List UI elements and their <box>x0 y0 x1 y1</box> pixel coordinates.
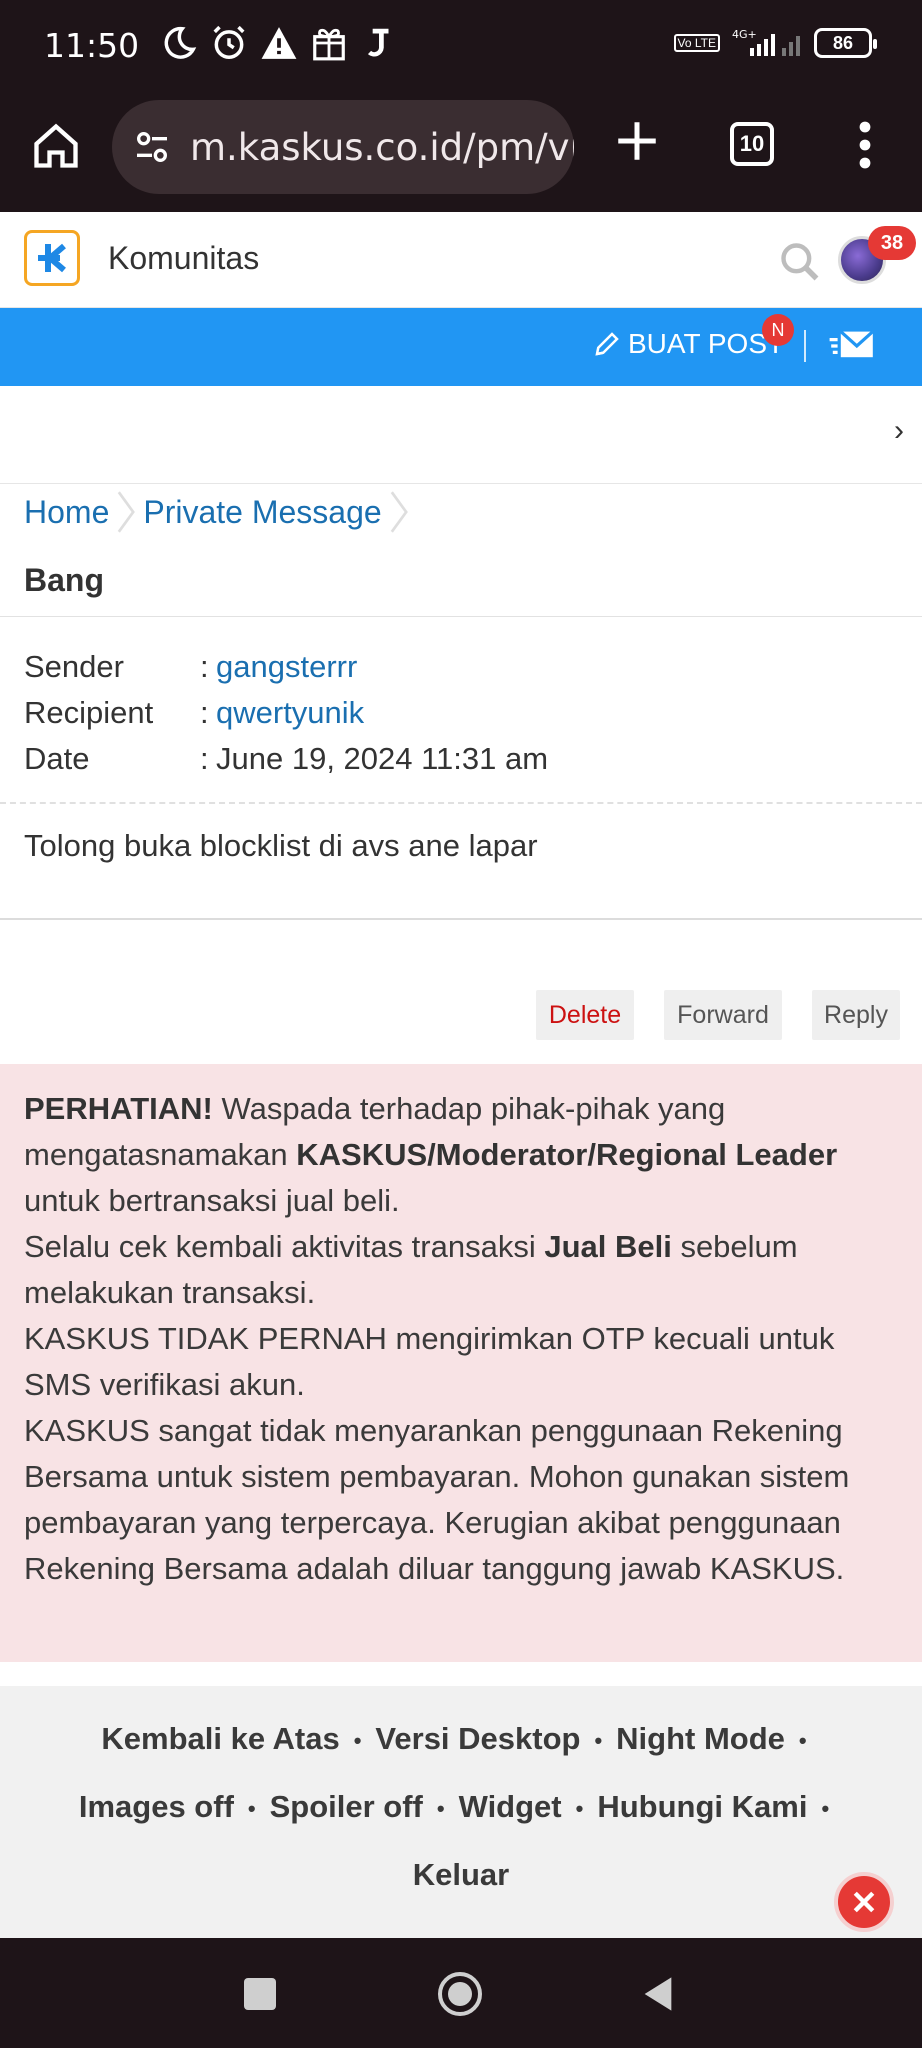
divider <box>0 918 922 920</box>
url-text[interactable]: m.kaskus.co.id/pm/vi <box>190 126 574 169</box>
footer-link-night-mode[interactable]: Night Mode <box>616 1721 785 1756</box>
gift-icon <box>313 28 345 61</box>
search-icon[interactable] <box>778 240 822 284</box>
close-icon <box>853 1891 875 1913</box>
recipient-row: Recipient : qwertyunik <box>24 690 548 736</box>
moon-icon <box>164 26 197 59</box>
reply-button[interactable]: Reply <box>812 990 900 1040</box>
home-circle-icon[interactable] <box>436 1970 484 2018</box>
chevron-right-icon[interactable]: › <box>894 414 904 448</box>
new-badge: N <box>762 314 794 346</box>
footer-separator: • <box>821 1795 830 1821</box>
message-meta: Sender : gangsterrr Recipient : qwertyun… <box>24 644 548 782</box>
footer-separator: • <box>436 1795 445 1821</box>
footer-link-logout[interactable]: Keluar <box>413 1857 509 1892</box>
breadcrumb-separator-icon <box>390 491 408 533</box>
footer-link-spoiler-off[interactable]: Spoiler off <box>270 1789 423 1824</box>
svg-text:4G+: 4G+ <box>732 28 757 41</box>
system-nav-bar <box>0 1938 922 2048</box>
warning-notice: PERHATIAN! Waspada terhadap pihak-pihak … <box>0 1064 922 1662</box>
status-bar: 11:50 Vo LTE 4G+ 86 <box>0 0 922 94</box>
notification-badge[interactable]: 38 <box>868 226 916 260</box>
signal-icon: 4G+ <box>732 28 800 56</box>
footer-separator: • <box>247 1795 256 1821</box>
sender-row: Sender : gangsterrr <box>24 644 548 690</box>
colon: : <box>200 741 209 776</box>
footer-separator: • <box>594 1727 603 1753</box>
warning-paragraph-3: KASKUS TIDAK PERNAH mengirimkan OTP kecu… <box>24 1321 835 1402</box>
site-settings-icon[interactable] <box>132 127 172 167</box>
create-post-button[interactable]: BUAT POST <box>592 328 784 360</box>
bar-divider <box>804 330 806 362</box>
sender-label: Sender <box>24 649 124 684</box>
footer-link-desktop-version[interactable]: Versi Desktop <box>375 1721 580 1756</box>
dashed-divider <box>0 802 922 804</box>
kaskus-logo[interactable] <box>24 230 80 286</box>
volte-indicator: Vo LTE <box>673 34 720 52</box>
new-tab-icon[interactable] <box>612 116 662 166</box>
app-j-icon <box>367 28 389 57</box>
colon: : <box>200 695 209 730</box>
tab-switcher-button[interactable]: 10 <box>730 122 774 166</box>
alarm-icon <box>213 25 245 59</box>
breadcrumb-home[interactable]: Home <box>24 494 109 531</box>
pencil-icon <box>595 332 619 356</box>
warning-icon <box>261 27 297 59</box>
warning-paragraph-1: PERHATIAN! Waspada terhadap pihak-pihak … <box>24 1091 838 1218</box>
footer-separator: • <box>353 1727 362 1753</box>
overflow-menu-icon[interactable] <box>850 118 880 172</box>
close-button[interactable] <box>834 1872 894 1932</box>
forward-button[interactable]: Forward <box>664 990 782 1040</box>
footer: Kembali ke Atas • Versi Desktop • Night Mode… <box>0 1686 922 1938</box>
status-time: 11:50 <box>44 26 140 65</box>
private-message-icon[interactable] <box>828 326 876 366</box>
message-subject: Bang <box>24 562 104 598</box>
recents-icon[interactable] <box>244 1978 276 2010</box>
sub-navigation: › <box>0 386 922 484</box>
site-header: Komunitas 38 <box>0 212 922 308</box>
brand-title[interactable]: Komunitas <box>108 240 259 277</box>
message-date: June 19, 2024 11:31 am <box>216 741 549 776</box>
breadcrumb: Home Private Message <box>24 490 416 534</box>
warning-paragraph-2: Selalu cek kembali aktivitas transaksi J… <box>24 1229 798 1310</box>
date-label: Date <box>24 741 90 776</box>
status-icons-left <box>160 24 398 62</box>
recipient-label: Recipient <box>24 695 154 730</box>
kaskus-k-icon <box>38 243 66 273</box>
footer-separator: • <box>798 1727 807 1753</box>
colon: : <box>200 649 209 684</box>
sender-link[interactable]: gangsterrr <box>216 649 357 685</box>
footer-separator: • <box>575 1795 584 1821</box>
breadcrumb-private-message[interactable]: Private Message <box>143 494 381 531</box>
footer-link-images-off[interactable]: Images off <box>79 1789 234 1824</box>
address-bar[interactable]: m.kaskus.co.id/pm/vi <box>112 100 574 194</box>
recipient-link[interactable]: qwertyunik <box>216 695 364 731</box>
footer-link-contact-us[interactable]: Hubungi Kami <box>597 1789 807 1824</box>
home-icon[interactable] <box>30 120 82 172</box>
divider <box>0 616 922 617</box>
footer-links: Kembali ke Atas • Versi Desktop • Night Mode… <box>30 1706 892 1908</box>
footer-link-widget[interactable]: Widget <box>459 1789 562 1824</box>
create-post-label: BUAT POST <box>628 328 785 359</box>
breadcrumb-separator-icon <box>118 491 136 533</box>
date-row: Date : June 19, 2024 11:31 am <box>24 736 548 782</box>
back-icon[interactable] <box>640 1974 676 2014</box>
delete-button[interactable]: Delete <box>536 990 634 1040</box>
browser-toolbar: m.kaskus.co.id/pm/vi 10 <box>0 94 922 212</box>
footer-link-back-to-top[interactable]: Kembali ke Atas <box>101 1721 339 1756</box>
message-body: Tolong buka blocklist di avs ane lapar <box>24 828 538 863</box>
status-icons-right: Vo LTE 4G+ 86 <box>673 28 877 58</box>
action-bar: BUAT POST N <box>0 308 922 386</box>
battery-indicator: 86 <box>814 28 877 58</box>
warning-paragraph-4: KASKUS sangat tidak menyarankan pengguna… <box>24 1413 850 1586</box>
